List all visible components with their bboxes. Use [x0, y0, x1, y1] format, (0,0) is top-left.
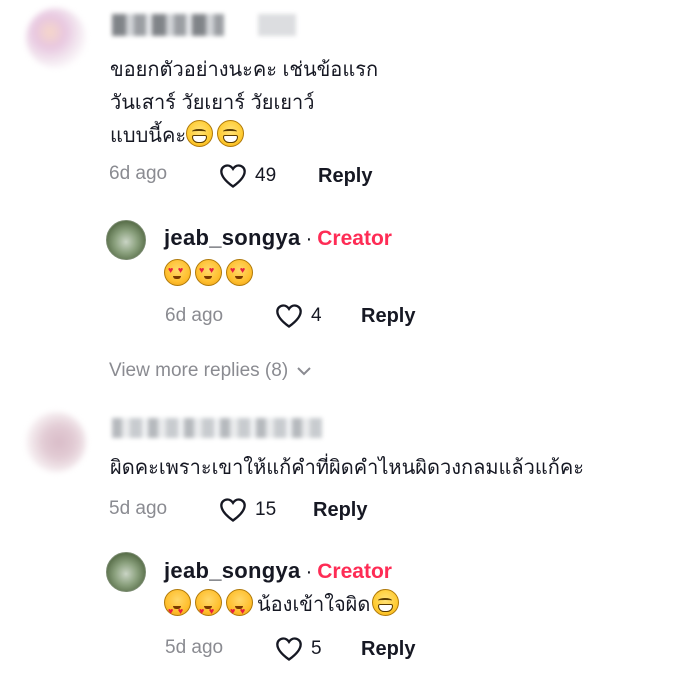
reply-time: 6d ago — [165, 305, 224, 326]
chevron-down-icon — [297, 367, 311, 376]
smiling-hearts-emoji — [226, 259, 253, 286]
comment-meta: 5d ago — [109, 498, 167, 520]
reply-meta: 5d ago — [165, 637, 223, 659]
reply-button[interactable]: Reply — [318, 165, 372, 188]
reply-text: น้องเข้าใจผิด — [257, 594, 371, 616]
like-button[interactable]: 49 — [219, 163, 276, 189]
like-count: 5 — [311, 638, 322, 659]
grinning-emoji — [186, 120, 214, 147]
commenter-name-redacted[interactable] — [112, 418, 322, 438]
view-more-replies[interactable]: View more replies (8) — [109, 360, 312, 382]
creator-username[interactable]: jeab_songya — [164, 225, 301, 251]
like-button[interactable]: 5 — [275, 636, 322, 662]
comment-time: 6d ago — [109, 163, 168, 184]
heart-icon — [276, 304, 302, 328]
comment-meta: 6d ago — [109, 163, 167, 185]
like-count: 4 — [311, 305, 322, 326]
like-button[interactable]: 15 — [219, 497, 276, 523]
comment-line: ผิดคะเพราะเขาให้แก้คำที่ผิดคำไหนผิดวงกลม… — [110, 457, 585, 479]
smiling-hearts-emoji — [164, 589, 191, 628]
smiling-hearts-emoji — [195, 259, 222, 286]
like-count: 49 — [255, 165, 277, 186]
like-count: 15 — [255, 499, 277, 520]
reply-header: jeab_songya · Creator — [164, 558, 392, 584]
view-more-label: View more replies (8) — [109, 360, 289, 381]
comment-time: 5d ago — [109, 498, 168, 519]
grinning-emoji — [217, 120, 245, 147]
smiling-hearts-emoji — [164, 259, 191, 286]
comment-line: แบบนี้คะ — [110, 120, 378, 153]
commenter-name-redacted — [258, 14, 296, 36]
comment-body: ขอยกตัวอย่างนะคะ เช่นข้อแรก วันเสาร์ วัย… — [110, 54, 378, 153]
commenter-avatar[interactable] — [26, 412, 86, 472]
creator-badge: Creator — [317, 227, 392, 250]
commenter-name-redacted[interactable] — [112, 14, 224, 36]
comment-body: ผิดคะเพราะเขาให้แก้คำที่ผิดคำไหนผิดวงกลม… — [110, 452, 584, 485]
reply-meta: 6d ago — [165, 305, 223, 327]
heart-icon — [220, 498, 246, 522]
separator-dot: · — [305, 561, 313, 583]
creator-badge: Creator — [317, 560, 392, 583]
smiling-hearts-emoji — [195, 589, 222, 628]
reply-button[interactable]: Reply — [361, 305, 415, 328]
reply-header: jeab_songya · Creator — [164, 225, 392, 251]
comment-line: วันเสาร์ วัยเยาร์ วัยเยาว์ — [110, 92, 315, 114]
reply-body: น้องเข้าใจผิด — [164, 589, 403, 628]
reply-body — [164, 259, 257, 286]
creator-username[interactable]: jeab_songya — [164, 558, 301, 584]
separator-dot: · — [305, 228, 313, 250]
smiling-hearts-emoji — [226, 589, 253, 628]
commenter-avatar[interactable] — [26, 8, 86, 68]
comment-line-text: แบบนี้คะ — [110, 125, 187, 147]
sweat-smile-emoji — [372, 589, 400, 616]
creator-avatar[interactable] — [106, 552, 146, 592]
heart-icon — [276, 637, 302, 661]
reply-button[interactable]: Reply — [313, 499, 367, 522]
reply-time: 5d ago — [165, 637, 224, 658]
creator-avatar[interactable] — [106, 220, 146, 260]
like-button[interactable]: 4 — [275, 303, 322, 329]
comment-line: ขอยกตัวอย่างนะคะ เช่นข้อแรก — [110, 59, 379, 81]
heart-icon — [220, 164, 246, 188]
reply-button[interactable]: Reply — [361, 638, 415, 661]
